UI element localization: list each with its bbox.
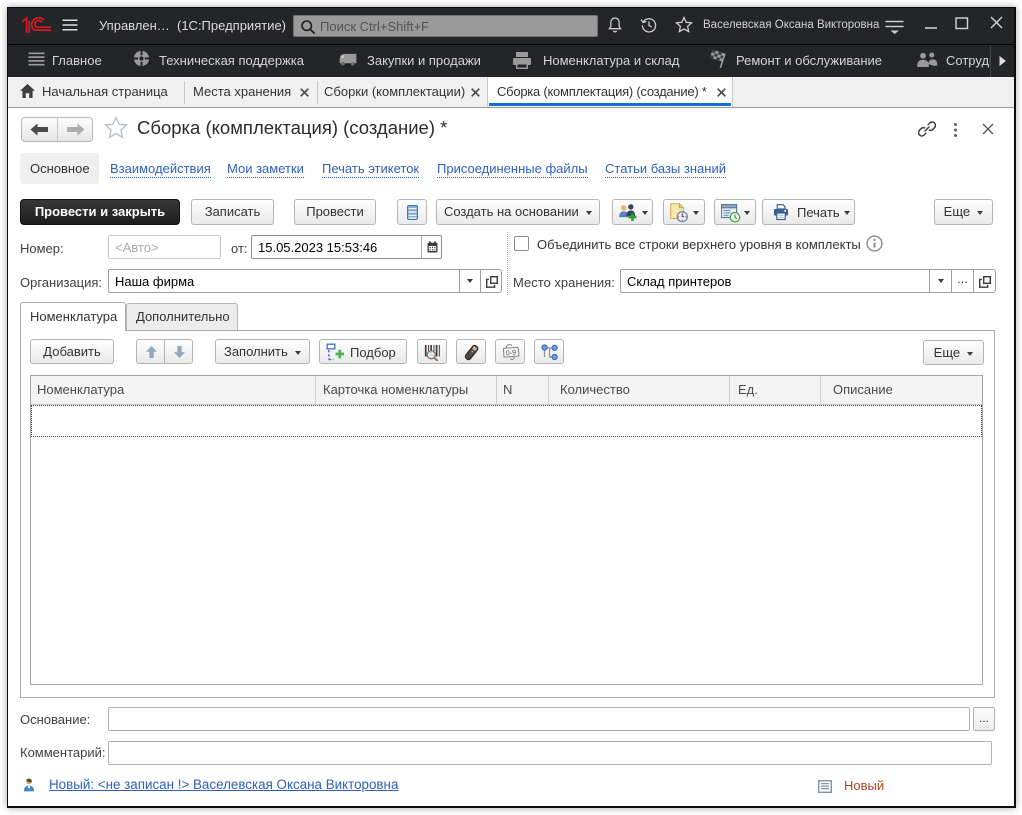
svg-text:0-9: 0-9	[505, 348, 516, 358]
